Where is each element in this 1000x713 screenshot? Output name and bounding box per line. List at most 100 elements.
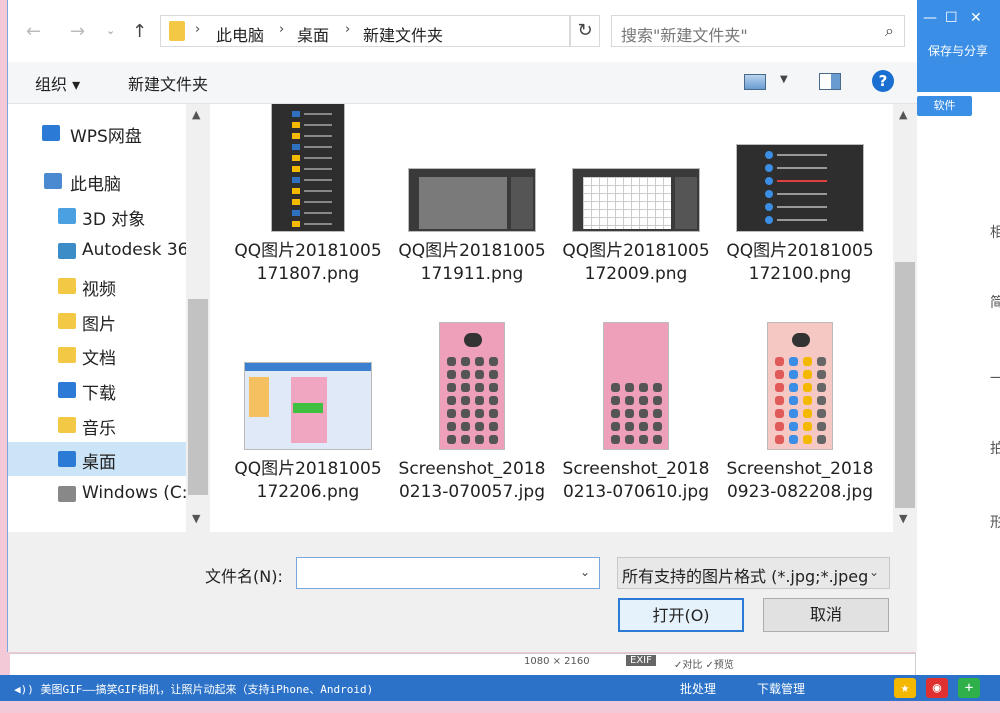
- file-name: Screenshot_20180923-082208.jpg: [726, 459, 874, 502]
- nav-item[interactable]: 视频: [8, 269, 186, 303]
- file-item[interactable]: Screenshot_20180923-082208.jpg: [725, 322, 875, 532]
- nav-item[interactable]: 桌面: [8, 442, 186, 476]
- documents-folder-icon: [58, 347, 76, 363]
- filetype-select[interactable]: 所有支持的图片格式 (*.jpg;*.jpeg ⌄: [617, 557, 890, 589]
- file-item[interactable]: Screenshot_20180213-070610.jpg: [561, 322, 711, 532]
- change-view-icon[interactable]: [744, 74, 766, 90]
- side-text: 相: [990, 225, 1000, 241]
- nav-item[interactable]: 音乐: [8, 408, 186, 442]
- nav-item[interactable]: WPS网盘: [8, 116, 186, 150]
- weibo-icon[interactable]: ◉: [926, 678, 948, 698]
- file-thumbnail: [725, 104, 875, 232]
- file-name: QQ图片20181005171911.png: [398, 241, 546, 284]
- filename-field[interactable]: [296, 557, 600, 589]
- scroll-up-icon[interactable]: ▲: [899, 108, 907, 121]
- file-item[interactable]: QQ图片20181005172100.png: [725, 104, 875, 314]
- batch-process-button[interactable]: 批处理: [680, 680, 716, 697]
- open-button[interactable]: 打开(O): [618, 598, 744, 632]
- folder-icon: [169, 21, 185, 41]
- search-icon[interactable]: ⌕: [885, 21, 894, 41]
- download-manager-button[interactable]: 下载管理: [757, 680, 805, 697]
- file-thumbnail: [397, 322, 547, 450]
- file-name: QQ图片20181005172009.png: [562, 241, 710, 284]
- file-name: Screenshot_20180213-070057.jpg: [398, 459, 546, 502]
- file-item[interactable]: Screenshot_20180213-070057.jpg: [397, 322, 547, 532]
- file-item[interactable]: QQ图片20181005171807.png: [233, 104, 383, 314]
- desktop-folder-icon: [58, 451, 76, 467]
- thumbnail-image: [439, 322, 505, 450]
- scroll-up-icon[interactable]: ▲: [192, 108, 200, 121]
- file-name: QQ图片20181005171807.png: [234, 241, 382, 284]
- address-row: ← → ⌄ ↑ › 此电脑 › 桌面 › 新建文件夹 ⌄ ↻ 搜索"新建文件夹"…: [8, 0, 917, 62]
- filename-history-chevron-icon[interactable]: ⌄: [580, 565, 590, 579]
- refresh-icon[interactable]: ↻: [570, 15, 600, 47]
- file-thumbnail: [397, 104, 547, 232]
- breadcrumb-chevron-icon[interactable]: ›: [195, 22, 200, 37]
- status-ad-text[interactable]: ◀)) 美图GIF——搞笑GIF相机，让照片动起来（支持iPhone、Andro…: [14, 681, 373, 697]
- cancel-button[interactable]: 取消: [763, 598, 889, 632]
- nav-item-label: 图片: [82, 315, 116, 335]
- help-icon[interactable]: ?: [872, 70, 894, 92]
- chevron-down-icon[interactable]: ⌄: [869, 565, 885, 579]
- open-file-dialog: ← → ⌄ ↑ › 此电脑 › 桌面 › 新建文件夹 ⌄ ↻ 搜索"新建文件夹"…: [7, 0, 917, 652]
- video-folder-icon: [58, 278, 76, 294]
- file-name: Screenshot_20180213-070610.jpg: [562, 459, 710, 502]
- address-bar[interactable]: › 此电脑 › 桌面 › 新建文件夹 ⌄: [160, 15, 711, 47]
- scroll-down-icon[interactable]: ▼: [899, 512, 907, 525]
- organize-button[interactable]: 组织 ▾: [35, 71, 80, 95]
- status-bar: ◀)) 美图GIF——搞笑GIF相机，让照片动起来（支持iPhone、Andro…: [0, 675, 1000, 701]
- breadcrumb-desktop[interactable]: 桌面: [297, 22, 329, 46]
- file-thumbnail: [725, 322, 875, 450]
- navigation-pane: WPS网盘此电脑 3D 对象 Autodesk 36 视频图片文档下载音乐 桌面 Wind…: [8, 104, 210, 532]
- nav-item-label: 下载: [82, 384, 116, 404]
- file-item[interactable]: QQ图片20181005172009.png: [561, 104, 711, 314]
- nav-item[interactable]: 3D 对象: [8, 199, 186, 233]
- nav-item[interactable]: 下载: [8, 373, 186, 407]
- nav-item[interactable]: 图片: [8, 304, 186, 338]
- search-placeholder: 搜索"新建文件夹": [621, 26, 748, 45]
- view-options-chevron-icon[interactable]: ▼: [780, 74, 788, 85]
- thumbnail-image: [572, 168, 700, 232]
- preview-pane-icon[interactable]: [819, 73, 841, 90]
- pictures-folder-icon: [58, 313, 76, 329]
- file-name: QQ图片20181005172100.png: [726, 241, 874, 284]
- file-item[interactable]: QQ图片20181005172206.png: [233, 322, 383, 532]
- scrollbar-thumb[interactable]: [188, 299, 208, 495]
- star-icon[interactable]: ★: [894, 678, 916, 698]
- recent-locations-chevron-icon[interactable]: ⌄: [106, 24, 115, 37]
- exif-badge[interactable]: EXIF: [626, 655, 656, 666]
- nav-item-label: Windows (C:: [82, 483, 188, 503]
- compare-preview-toggles[interactable]: ✓对比 ✓预览: [674, 656, 734, 671]
- add-icon[interactable]: +: [958, 678, 980, 698]
- file-thumbnail: [233, 104, 383, 232]
- close-icon[interactable]: ✕: [970, 10, 982, 26]
- forward-arrow-icon[interactable]: →: [70, 21, 85, 42]
- nav-item[interactable]: Windows (C:: [8, 477, 188, 511]
- breadcrumb-new-folder[interactable]: 新建文件夹: [363, 22, 443, 46]
- file-name: QQ图片20181005172206.png: [234, 459, 382, 502]
- up-arrow-icon[interactable]: ↑: [132, 21, 147, 42]
- maximize-icon[interactable]: ☐: [945, 10, 958, 26]
- breadcrumb-chevron-icon[interactable]: ›: [345, 22, 350, 37]
- scroll-down-icon[interactable]: ▼: [192, 512, 200, 525]
- computer-icon: [44, 173, 62, 189]
- minimize-icon[interactable]: —: [923, 10, 937, 26]
- file-list-scrollbar[interactable]: ▲ ▼: [893, 104, 917, 532]
- file-item[interactable]: QQ图片20181005171911.png: [397, 104, 547, 314]
- nav-item[interactable]: 此电脑: [8, 164, 186, 198]
- new-folder-button[interactable]: 新建文件夹: [128, 71, 208, 95]
- dialog-footer: 文件名(N): ⌄ 所有支持的图片格式 (*.jpg;*.jpeg ⌄ 打开(O…: [8, 532, 917, 652]
- back-arrow-icon[interactable]: ←: [26, 21, 41, 42]
- search-input[interactable]: 搜索"新建文件夹" ⌕: [611, 15, 905, 47]
- side-text: 拍: [990, 441, 1000, 457]
- nav-item[interactable]: 文档: [8, 338, 186, 372]
- thumbnail-image: [736, 144, 864, 232]
- nav-item[interactable]: Autodesk 36: [8, 234, 188, 268]
- software-button[interactable]: 软件: [917, 96, 972, 116]
- navigation-scrollbar[interactable]: ▲ ▼: [186, 104, 210, 532]
- breadcrumb-this-pc[interactable]: 此电脑: [216, 22, 264, 46]
- save-share-button[interactable]: 保存与分享: [918, 42, 998, 59]
- thumbnail-image: [271, 104, 345, 232]
- scrollbar-thumb[interactable]: [895, 262, 915, 508]
- breadcrumb-chevron-icon[interactable]: ›: [279, 22, 284, 37]
